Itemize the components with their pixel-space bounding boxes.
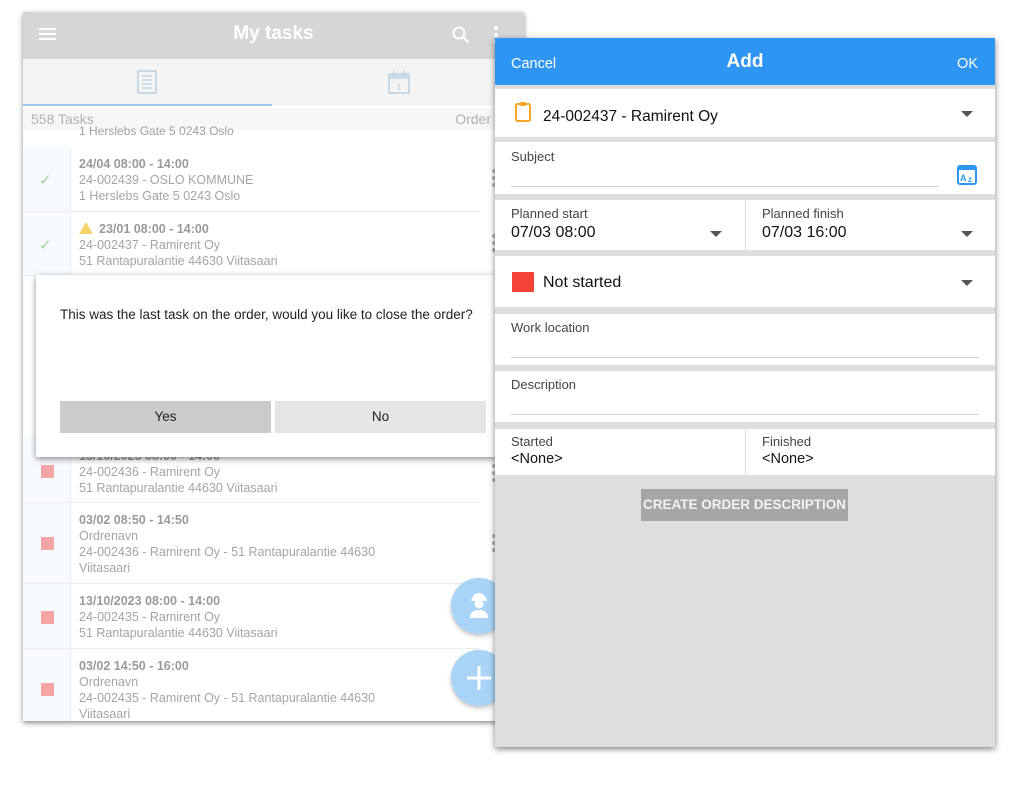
task-name: Ordrenavn xyxy=(79,529,139,543)
status-selector[interactable]: Not started xyxy=(495,256,995,307)
started-label: Started xyxy=(511,434,553,449)
ok-button[interactable]: OK xyxy=(957,56,978,72)
yes-button[interactable]: Yes xyxy=(60,401,271,433)
search-icon[interactable] xyxy=(451,25,471,50)
svg-text:A: A xyxy=(960,173,967,183)
page-title: My tasks xyxy=(233,23,314,44)
started-value: <None> xyxy=(511,451,563,467)
status-value: Not started xyxy=(543,274,622,291)
description-field[interactable]: Description xyxy=(495,371,995,422)
chevron-down-icon xyxy=(961,231,973,237)
task-order: 24-002435 - Ramirent Oy xyxy=(79,610,221,624)
status-square xyxy=(41,537,54,550)
task-time: 03/02 14:50 - 16:00 xyxy=(79,659,189,673)
started-finished-row: Started <None> Finished <None> xyxy=(495,429,995,475)
task-row[interactable]: 03/02 14:50 - 16:00 Ordrenavn 24-002435 … xyxy=(23,649,480,721)
task-time: 23/01 08:00 - 14:00 xyxy=(99,222,209,236)
task-row[interactable]: ✓ 24/04 08:00 - 14:00 24-002439 - OSLO K… xyxy=(23,147,480,212)
warning-icon xyxy=(79,222,93,234)
status-color-square xyxy=(512,272,534,292)
planned-start-value: 07/03 08:00 xyxy=(511,224,596,241)
task-time: 13/10/2023 08:00 - 14:00 xyxy=(79,594,221,608)
task-order: 24-002439 - OSLO KOMMUNE xyxy=(79,173,254,187)
task-address: 51 Rantapuralantie 44630 Viitasaari xyxy=(79,481,278,495)
task-order: 24-002437 - Ramirent Oy xyxy=(79,238,221,252)
task-time: 24/04 08:00 - 14:00 xyxy=(79,157,189,171)
status-square xyxy=(41,465,54,478)
form-title: Add xyxy=(726,51,764,72)
status-square xyxy=(41,683,54,696)
task-row[interactable]: ✓ 23/01 08:00 - 14:00 24-002437 - Ramire… xyxy=(23,212,480,276)
subject-label: Subject xyxy=(511,149,555,164)
chevron-down-icon xyxy=(710,231,722,237)
sort-order-label[interactable]: Order xyxy=(455,111,491,127)
description-label: Description xyxy=(511,377,577,392)
order-value: 24-002437 - Ramirent Oy xyxy=(543,108,718,125)
task-order: 24-002435 - Ramirent Oy - 51 Rantapurala… xyxy=(79,691,376,705)
finished-value: <None> xyxy=(762,451,814,467)
task-time: 03/02 08:50 - 14:50 xyxy=(79,513,189,527)
task-row[interactable]: 03/02 08:50 - 14:50 Ordrenavn 24-002436 … xyxy=(23,503,480,584)
dialog-message: This was the last task on the order, wou… xyxy=(60,307,473,322)
task-address: Viitasaari xyxy=(79,707,131,721)
finished-label: Finished xyxy=(762,434,812,449)
view-tabs: 1 xyxy=(23,59,524,106)
chevron-down-icon xyxy=(961,111,973,117)
work-location-label: Work location xyxy=(511,320,590,335)
svg-text:z: z xyxy=(968,175,972,184)
status-square xyxy=(41,611,54,624)
clipboard-icon xyxy=(515,101,531,127)
list-view-icon[interactable] xyxy=(137,70,157,99)
partial-address: 1 Herslebs Gate 5 0243 Oslo xyxy=(79,124,234,138)
calendar-icon[interactable]: 1 xyxy=(388,70,410,99)
order-selector[interactable]: 24-002437 - Ramirent Oy xyxy=(495,89,995,137)
check-icon: ✓ xyxy=(39,237,52,254)
planned-times-row: Planned start 07/03 08:00 Planned finish… xyxy=(495,200,995,250)
task-address: 51 Rantapuralantie 44630 Viitasaari xyxy=(79,626,278,640)
task-address: 51 Rantapuralantie 44630 Viitasaari xyxy=(79,254,278,268)
app-bar: My tasks xyxy=(23,12,524,59)
tab-indicator xyxy=(23,104,272,106)
az-icon[interactable]: Az xyxy=(957,163,977,190)
subject-field[interactable]: Subject Az xyxy=(495,142,995,194)
add-task-window: Cancel Add OK 24-002437 - Ramirent Oy Su… xyxy=(495,38,995,747)
task-order: 24-002436 - Ramirent Oy xyxy=(79,465,221,479)
task-row[interactable]: 13/10/2023 08:00 - 14:00 24-002435 - Ram… xyxy=(23,584,480,649)
chevron-down-icon xyxy=(961,280,973,286)
form-app-bar: Cancel Add OK xyxy=(495,38,995,85)
planned-finish-label: Planned finish xyxy=(762,206,844,221)
no-button[interactable]: No xyxy=(275,401,486,433)
check-icon: ✓ xyxy=(39,172,52,189)
svg-text:1: 1 xyxy=(396,82,401,92)
task-address: 1 Herslebs Gate 5 0243 Oslo xyxy=(79,189,241,203)
planned-start-label: Planned start xyxy=(511,206,588,221)
task-address: Viitasaari xyxy=(79,561,131,575)
close-order-dialog: This was the last task on the order, wou… xyxy=(36,275,496,457)
planned-finish-value: 07/03 16:00 xyxy=(762,224,847,241)
task-name: Ordrenavn xyxy=(79,675,139,689)
work-location-field[interactable]: Work location xyxy=(495,314,995,365)
create-order-description-button[interactable]: CREATE ORDER DESCRIPTION xyxy=(641,489,848,521)
task-order: 24-002436 - Ramirent Oy - 51 Rantapurala… xyxy=(79,545,376,559)
